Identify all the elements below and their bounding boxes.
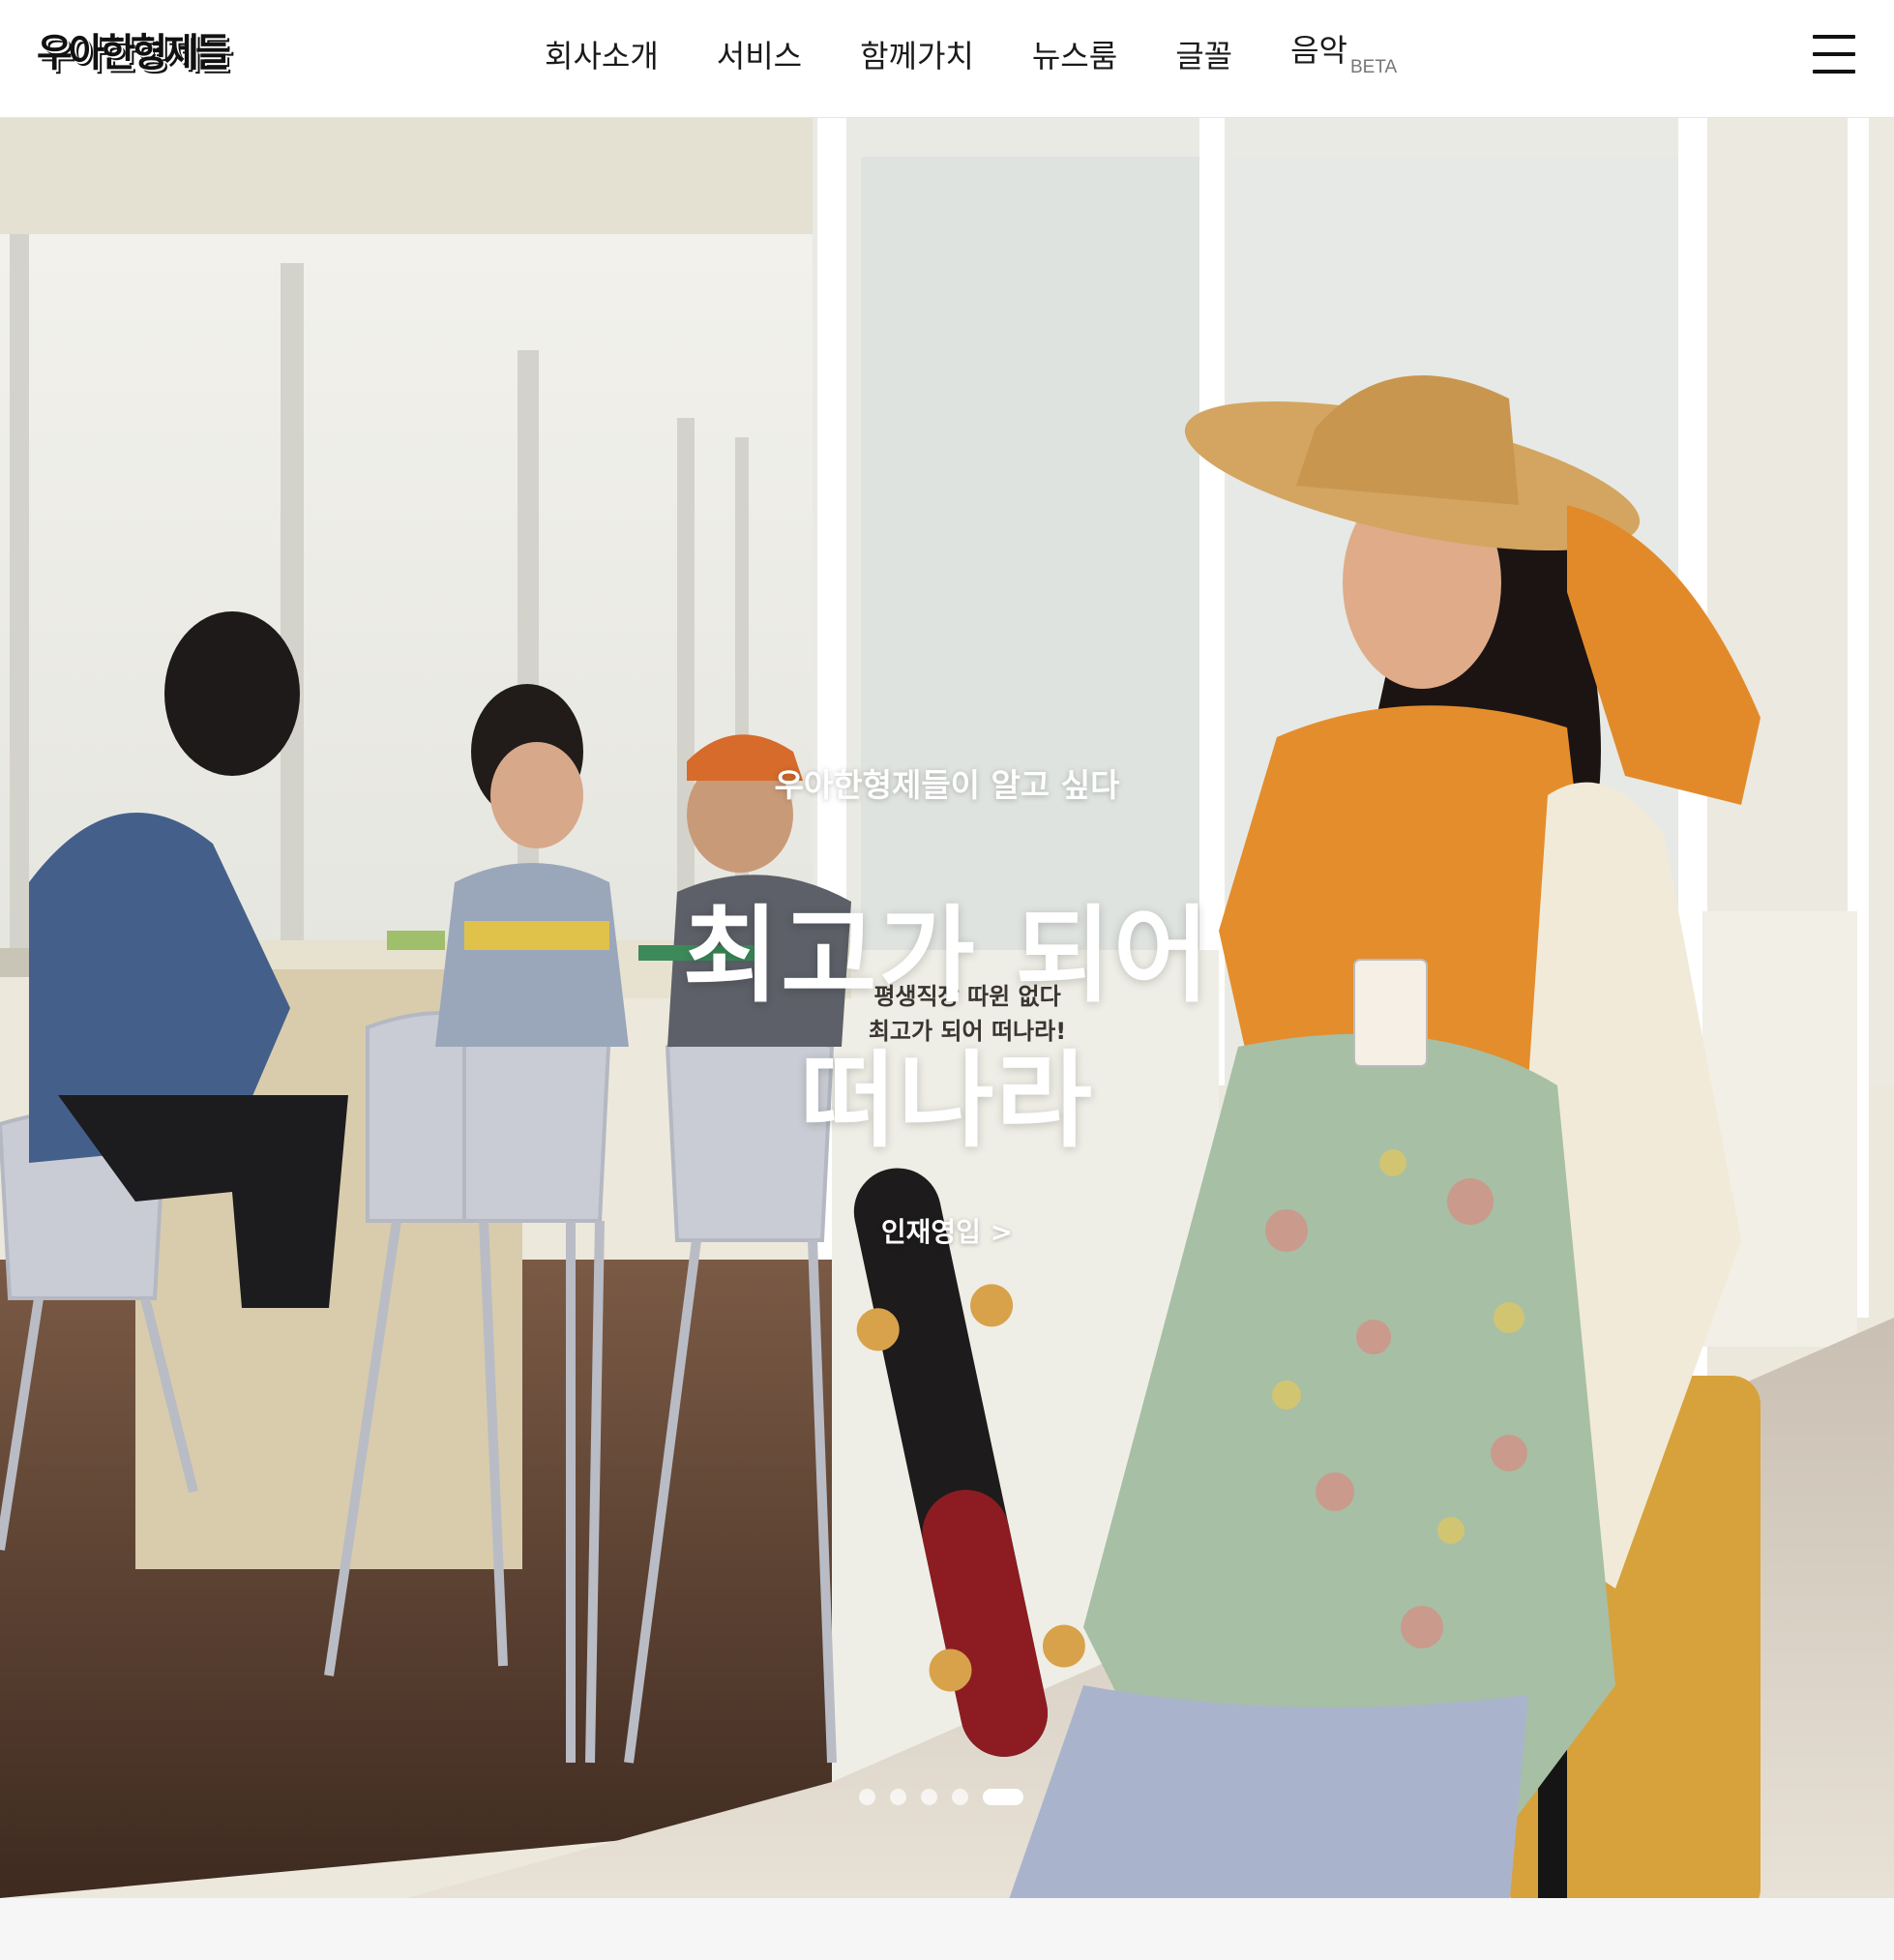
main-nav: 회사소개 서비스 함께가치 뉴스룸 글꼴 음악 BETA xyxy=(545,32,1397,79)
carousel-dot-1[interactable] xyxy=(859,1788,875,1805)
carousel-dot-4[interactable] xyxy=(952,1788,968,1805)
carousel-dot-5-active[interactable] xyxy=(983,1788,1023,1805)
carousel-pagination xyxy=(859,1788,1023,1805)
recruit-link[interactable]: 인재영입 > xyxy=(0,1213,1894,1252)
hero-carousel: 평생직장 따윈 없다 최고가 되어 떠나라! 우아한형제들이 알고 싶다 최고가… xyxy=(0,118,1894,1898)
carousel-dot-2[interactable] xyxy=(890,1788,906,1805)
hero-headline-line1: 최고가 되어 xyxy=(682,896,1212,1017)
menu-bar-top xyxy=(1813,35,1855,39)
hero-eyebrow: 우아한형제들이 알고 싶다 xyxy=(774,766,1120,804)
hero-headline-line2: 떠나라 xyxy=(799,1041,1095,1162)
menu-bar-middle xyxy=(1813,52,1855,56)
nav-item-services[interactable]: 서비스 xyxy=(717,33,802,79)
nav-item-together[interactable]: 함께가치 xyxy=(860,33,974,79)
menu-bar-bottom xyxy=(1813,70,1855,74)
nav-item-music-label: 음악 xyxy=(1290,32,1347,69)
brand-logo[interactable]: 우아한형제들 xyxy=(37,29,231,77)
carousel-dot-3[interactable] xyxy=(921,1788,937,1805)
site-header: 우아한형제들 회사소개 서비스 함께가치 뉴스룸 글꼴 음악 BETA xyxy=(0,0,1894,118)
nav-item-music[interactable]: 음악 BETA xyxy=(1290,27,1397,79)
nav-item-about[interactable]: 회사소개 xyxy=(545,33,659,79)
hero-copy: 우아한형제들이 알고 싶다 최고가 되어 떠나라 인재영입 > xyxy=(0,118,1894,1898)
beta-badge: BETA xyxy=(1349,57,1398,77)
nav-item-newsroom[interactable]: 뉴스룸 xyxy=(1032,33,1117,79)
hero-headline: 최고가 되어 떠나라 xyxy=(0,884,1894,1174)
nav-item-fonts[interactable]: 글꼴 xyxy=(1175,33,1232,79)
hamburger-menu-icon[interactable] xyxy=(1813,35,1855,74)
